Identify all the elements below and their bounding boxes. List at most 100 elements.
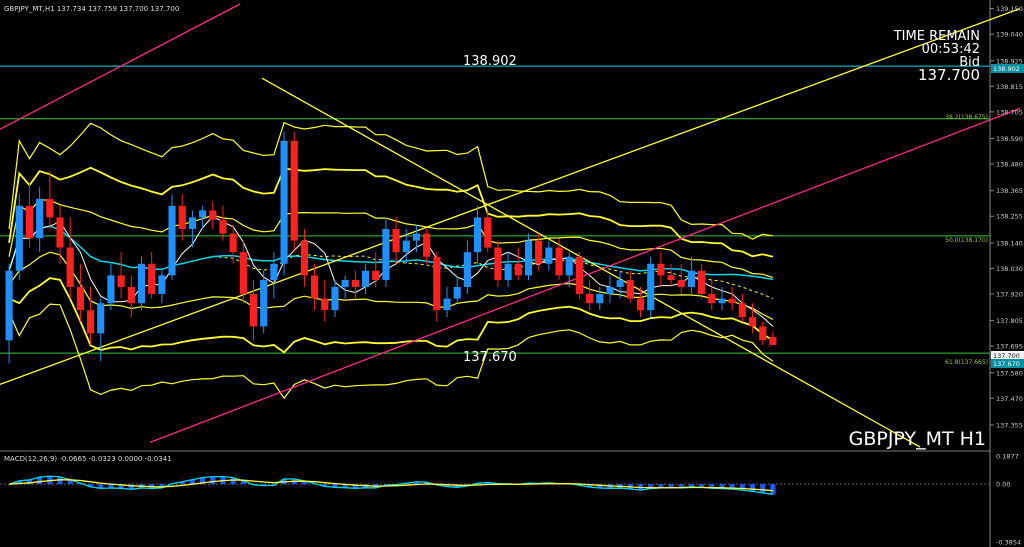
candle-body (524, 240, 533, 276)
candle-body (748, 317, 757, 327)
candle-body (657, 263, 665, 276)
candle-body (412, 233, 421, 241)
candle-body (188, 217, 196, 229)
candle-body (107, 275, 115, 304)
candle-body (87, 310, 95, 334)
candle-body (606, 286, 614, 294)
price-tick-label: 138.255 (996, 213, 1023, 221)
annotation-high-price: 138.902 (463, 54, 517, 69)
candle-body (769, 337, 777, 345)
price-tick-label: 137.470 (996, 395, 1023, 403)
fib-label-61: 61.8(137.665) (945, 359, 988, 366)
candle-body (351, 280, 359, 287)
bid-value: 137.700 (918, 66, 980, 84)
candle-body (423, 233, 431, 257)
candle-body (647, 263, 655, 311)
candle-body (504, 263, 512, 281)
price-tick-label: 138.705 (996, 108, 1023, 116)
candle-body (402, 240, 410, 253)
candle-body (708, 293, 716, 304)
candle-body (199, 210, 207, 218)
candle-body (586, 293, 594, 304)
macd-tick-label: 0.00 (996, 481, 1010, 489)
candle-body (626, 280, 634, 299)
candle-body (596, 293, 604, 304)
price-tick-label: 139.150 (996, 5, 1023, 13)
candle-body (158, 275, 166, 294)
candle-body (636, 298, 645, 311)
candle-body (738, 303, 746, 318)
candle-body (759, 326, 767, 341)
candle-body (127, 286, 135, 304)
candle-body (433, 256, 441, 311)
candle-body (331, 286, 339, 311)
price-tick-label: 138.140 (996, 239, 1023, 247)
fib-label-50: 50.0(138.170) (945, 237, 988, 244)
price-tick-label: 137.805 (996, 317, 1023, 325)
macd-tick-label: 0.1877 (996, 453, 1019, 461)
candle-body (392, 228, 400, 253)
price-tick-label: 137.695 (996, 343, 1023, 351)
price-tick-label: 138.030 (996, 265, 1023, 273)
candle-body (219, 219, 227, 234)
candle-body (728, 298, 736, 304)
candle-body (36, 198, 44, 239)
candle-body (117, 275, 125, 287)
candle-body (5, 270, 13, 341)
candle-body (311, 275, 319, 299)
symbol-watermark: GBPJPY_MT H1 (849, 428, 986, 450)
candle-body (321, 298, 329, 311)
candle-body (66, 247, 74, 287)
candle-body (260, 280, 268, 327)
candle-body (677, 280, 685, 287)
annotation-low-price: 137.670 (463, 350, 517, 365)
candle-body (25, 205, 34, 239)
candle-body (148, 263, 156, 294)
candle-body (565, 256, 573, 276)
price-tick-label: 138.365 (996, 187, 1023, 195)
candle-body (555, 247, 563, 276)
candle-body (484, 217, 492, 248)
price-tag-high: 138.902 (993, 65, 1020, 73)
candle-body (300, 240, 308, 276)
price-tick-label: 137.920 (996, 290, 1023, 298)
price-tick-label: 138.590 (996, 135, 1023, 143)
price-tick-label: 138.480 (996, 161, 1023, 169)
candle-body (453, 286, 461, 299)
chart-canvas[interactable]: 139.150139.040138.925138.815138.705138.5… (0, 0, 1024, 547)
candle-body (443, 298, 451, 311)
candle-body (270, 263, 278, 281)
price-tick-label: 137.580 (996, 369, 1023, 377)
candle-body (229, 233, 237, 253)
candle-body (474, 217, 482, 253)
price-tag-bid: 137.700 (993, 352, 1020, 360)
candle-body (667, 275, 675, 281)
candle-body (361, 270, 370, 287)
candle-body (76, 286, 84, 311)
candle-body (97, 303, 105, 334)
fib-label-38: 38.2(138.675) (945, 114, 988, 121)
candle-body (249, 293, 258, 327)
candle-body (535, 240, 543, 264)
candle-body (137, 263, 146, 304)
candle-body (514, 263, 522, 276)
candle-body (575, 256, 583, 294)
candle-body (280, 140, 288, 264)
trading-chart[interactable]: 139.150 139.040 138.925 138.815 138.705 138.5… (0, 0, 1024, 547)
candle-body (382, 228, 390, 281)
price-tick-label: 137.355 (996, 421, 1023, 429)
candle-body (463, 252, 471, 287)
candle-body (178, 205, 186, 229)
candle-body (15, 205, 23, 271)
candle-body (545, 247, 553, 264)
price-tick-label: 139.040 (996, 31, 1023, 39)
price-tag-low: 137.670 (993, 360, 1020, 368)
candle-body (290, 140, 298, 241)
candle-body (168, 205, 176, 276)
candle-body (56, 217, 64, 248)
candle-body (46, 198, 54, 218)
candle-body (698, 270, 706, 294)
macd-tick-label: -0.3854 (996, 539, 1021, 547)
candle-body (372, 270, 380, 281)
candle-body (616, 280, 624, 287)
